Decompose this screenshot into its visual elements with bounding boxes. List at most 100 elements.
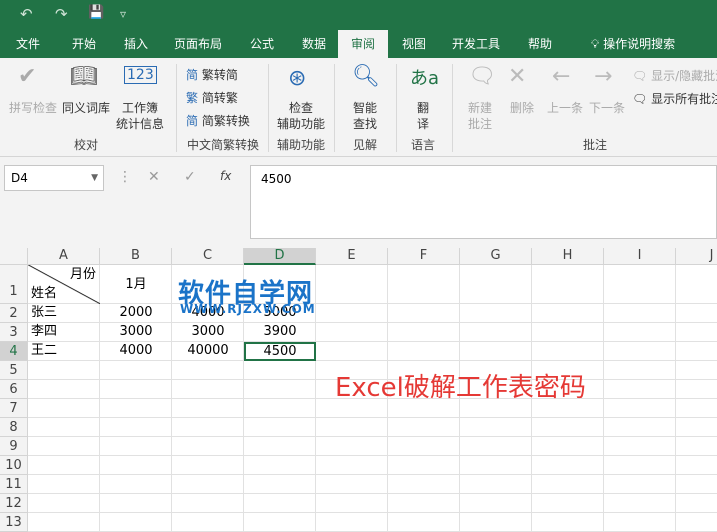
- thesaurus-button[interactable]: 同义词库: [60, 100, 112, 116]
- cell[interactable]: [100, 513, 172, 532]
- cell[interactable]: [388, 513, 460, 532]
- tab-view[interactable]: 视图: [392, 30, 436, 58]
- cell[interactable]: [532, 342, 604, 361]
- cell[interactable]: [388, 437, 460, 456]
- cell[interactable]: [316, 494, 388, 513]
- cell[interactable]: [172, 380, 244, 399]
- next-comment-button[interactable]: 下一条: [586, 100, 628, 116]
- cell[interactable]: [316, 265, 388, 304]
- cell[interactable]: [244, 361, 316, 380]
- cell[interactable]: [532, 304, 604, 323]
- cell[interactable]: [316, 456, 388, 475]
- cell[interactable]: [676, 380, 717, 399]
- cell[interactable]: [532, 475, 604, 494]
- show-all-comments-button[interactable]: 🗨︎ 显示所有批注: [632, 90, 717, 107]
- row-header-3[interactable]: 3: [0, 323, 28, 342]
- tab-review[interactable]: 审阅: [338, 30, 388, 58]
- cell-d4[interactable]: 4500: [244, 342, 316, 361]
- column-header-c[interactable]: C: [172, 248, 244, 265]
- cell[interactable]: [604, 304, 676, 323]
- tab-formulas[interactable]: 公式: [240, 30, 284, 58]
- cell-b2[interactable]: 2000: [100, 304, 172, 323]
- row-header-8[interactable]: 8: [0, 418, 28, 437]
- cell[interactable]: [172, 475, 244, 494]
- cell[interactable]: [604, 418, 676, 437]
- cell[interactable]: [28, 456, 100, 475]
- cell[interactable]: [100, 437, 172, 456]
- column-header-a[interactable]: A: [28, 248, 100, 265]
- enter-icon[interactable]: ✓: [184, 169, 196, 185]
- cell[interactable]: [28, 513, 100, 532]
- row-header-10[interactable]: 10: [0, 456, 28, 475]
- tab-home[interactable]: 开始: [62, 30, 106, 58]
- cell[interactable]: [172, 437, 244, 456]
- cell-c4[interactable]: 40000: [172, 342, 244, 361]
- undo-icon[interactable]: ↶: [20, 5, 33, 23]
- tab-page-layout[interactable]: 页面布局: [168, 30, 228, 58]
- formula-input[interactable]: 4500: [250, 165, 717, 239]
- column-header-g[interactable]: G: [460, 248, 532, 265]
- cell[interactable]: [316, 342, 388, 361]
- cell[interactable]: [316, 323, 388, 342]
- cell[interactable]: [676, 494, 717, 513]
- cell[interactable]: [532, 437, 604, 456]
- row-header-1[interactable]: 1: [0, 265, 28, 304]
- cell[interactable]: [388, 456, 460, 475]
- column-header-h[interactable]: H: [532, 248, 604, 265]
- cell[interactable]: [388, 475, 460, 494]
- cell[interactable]: [388, 494, 460, 513]
- cell[interactable]: [28, 418, 100, 437]
- cell[interactable]: [244, 380, 316, 399]
- cell[interactable]: [172, 494, 244, 513]
- insert-function-button[interactable]: fx: [220, 169, 231, 183]
- cell[interactable]: [244, 418, 316, 437]
- column-header-f[interactable]: F: [388, 248, 460, 265]
- cell[interactable]: [316, 418, 388, 437]
- cell[interactable]: [532, 323, 604, 342]
- cell[interactable]: [28, 380, 100, 399]
- tab-data[interactable]: 数据: [292, 30, 336, 58]
- cell[interactable]: [676, 418, 717, 437]
- convert-button[interactable]: 简 简繁转换: [186, 112, 250, 129]
- tab-help[interactable]: 帮助: [518, 30, 562, 58]
- cell[interactable]: [604, 513, 676, 532]
- tell-me-search[interactable]: 💡︎ 操作说明搜索: [578, 30, 688, 58]
- trad-to-simp-button[interactable]: 简 繁转简: [186, 66, 238, 83]
- cell[interactable]: [676, 456, 717, 475]
- tab-insert[interactable]: 插入: [114, 30, 158, 58]
- cell[interactable]: [244, 494, 316, 513]
- cell[interactable]: [388, 265, 460, 304]
- cell-a2[interactable]: 张三: [28, 304, 100, 323]
- cell[interactable]: [460, 437, 532, 456]
- cell[interactable]: [676, 304, 717, 323]
- row-header-2[interactable]: 2: [0, 304, 28, 323]
- cell-b4[interactable]: 4000: [100, 342, 172, 361]
- cell[interactable]: [100, 399, 172, 418]
- cell[interactable]: [460, 418, 532, 437]
- cell[interactable]: [28, 361, 100, 380]
- cell[interactable]: [460, 456, 532, 475]
- cell[interactable]: [316, 304, 388, 323]
- row-header-4[interactable]: 4: [0, 342, 28, 361]
- cell[interactable]: [100, 494, 172, 513]
- cell[interactable]: [172, 361, 244, 380]
- cell[interactable]: [244, 399, 316, 418]
- select-all-button[interactable]: [0, 248, 28, 265]
- cell[interactable]: [244, 475, 316, 494]
- row-header-5[interactable]: 5: [0, 361, 28, 380]
- cell[interactable]: [532, 513, 604, 532]
- tab-developer[interactable]: 开发工具: [444, 30, 508, 58]
- cell[interactable]: [604, 361, 676, 380]
- cell-a1_bottom[interactable]: 姓名: [28, 265, 100, 304]
- cell[interactable]: [676, 399, 717, 418]
- cell[interactable]: [100, 380, 172, 399]
- column-header-i[interactable]: I: [604, 248, 676, 265]
- cell[interactable]: [460, 475, 532, 494]
- cell[interactable]: [604, 265, 676, 304]
- column-header-e[interactable]: E: [316, 248, 388, 265]
- cell[interactable]: [172, 456, 244, 475]
- previous-comment-button[interactable]: 上一条: [544, 100, 586, 116]
- cell-a3[interactable]: 李四: [28, 323, 100, 342]
- cell-a4[interactable]: 王二: [28, 342, 100, 361]
- row-header-13[interactable]: 13: [0, 513, 28, 532]
